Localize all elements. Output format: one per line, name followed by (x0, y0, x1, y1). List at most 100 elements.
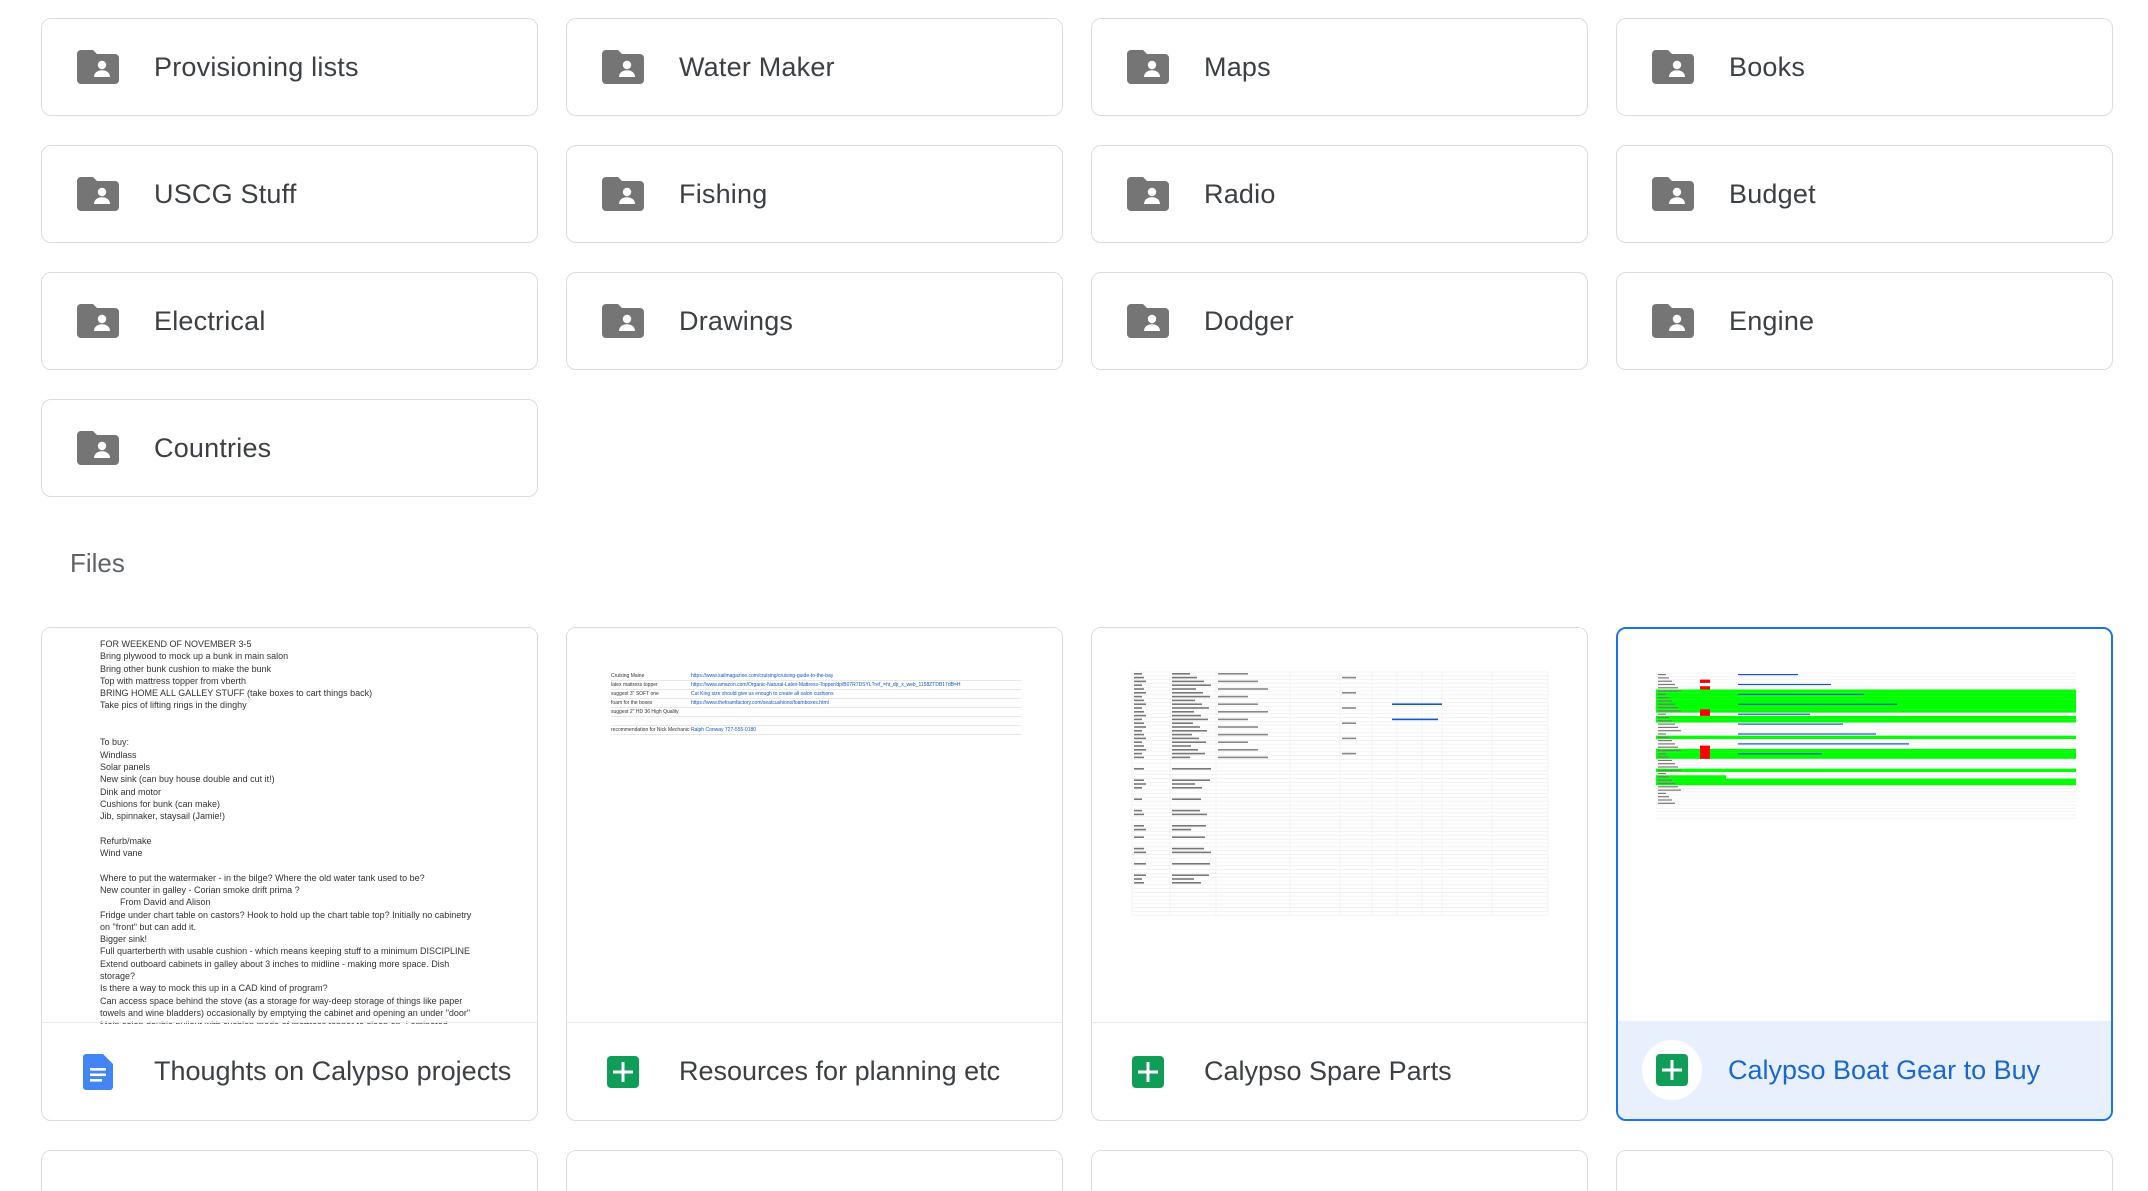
file-card-partial[interactable] (566, 1150, 1063, 1191)
sheet-cell: recommendation for Nick Mechanic worker … (611, 727, 691, 733)
sheet-highlight-row (1656, 692, 2076, 697)
sheet-highlight-cell (1700, 679, 1710, 683)
sheet-cell-text (1658, 716, 1669, 719)
sheet-cell-text (1172, 783, 1195, 785)
shared-folder-icon (602, 177, 644, 211)
sheet-cell-text (1134, 878, 1142, 880)
file-card-boat-gear[interactable]: Calypso Boat Gear to Buy (1616, 627, 2113, 1121)
doc-preview-line: Top with mattress topper from vberth (100, 675, 247, 686)
sheet-cell-text (1134, 813, 1144, 816)
folder-card[interactable]: Electrical (41, 272, 538, 370)
file-footer: Resources for planning etc (567, 1022, 1062, 1120)
sheet-cell-text (1134, 699, 1144, 702)
sheet-link-text (1738, 683, 1831, 686)
sheet-cell-text (1658, 776, 1669, 778)
doc-preview-line: New counter in galley - Corian smoke dri… (100, 884, 300, 895)
sheet-highlight-row (1656, 709, 2076, 713)
sheet-cell-text (1658, 799, 1672, 801)
sheet-cell-text (1172, 673, 1190, 675)
sheet-cell-text (1134, 718, 1142, 721)
file-card-partial[interactable] (1616, 1150, 2113, 1191)
sheet-highlight-row (1656, 706, 2076, 710)
shared-folder-icon (1127, 177, 1169, 211)
sheet-cell-text (1658, 693, 1666, 695)
sheet-cell-text (1134, 707, 1142, 709)
sheet-cell-link: Cut King size should give us enough to c… (691, 691, 834, 697)
doc-preview-line: Dink and motor (100, 786, 162, 797)
folder-card[interactable]: Drawings (566, 272, 1063, 370)
sheet-cell-text (1134, 851, 1146, 854)
sheet-cell-text (1134, 680, 1146, 683)
sheet-cell-link: https://www.thefoamfactory.com/seatcushi… (691, 700, 829, 706)
folder-name: Books (1729, 51, 1806, 82)
sheet-link-text (1392, 703, 1442, 705)
folder-name: Engine (1729, 305, 1815, 336)
folder-name: Provisioning lists (154, 51, 359, 82)
doc-preview-line: Fridge under chart table on castors? Hoo… (100, 909, 472, 920)
sheet-link-text (1738, 674, 1798, 676)
file-card-thoughts[interactable]: FOR WEEKEND OF NOVEMBER 3-5 Bring plywood… (41, 627, 538, 1121)
sheet-cell-text (1134, 768, 1144, 770)
doc-preview-line (100, 859, 500, 871)
file-name: Resources for planning etc (679, 1056, 1001, 1086)
sheet-preview: Cruising Maine https://www.sailmagazine.c… (611, 672, 1021, 735)
sheet-cell-text (1172, 695, 1210, 698)
doc-preview-line (100, 724, 500, 736)
sheet-cell-text (1658, 690, 1681, 692)
sheet-cell-link: https://www.sailmagazine.com/cruising/cr… (691, 673, 834, 679)
file-card-partial[interactable] (1091, 1150, 1588, 1191)
file-card-resources[interactable]: Cruising Maine https://www.sailmagazine.c… (566, 627, 1063, 1121)
folder-card[interactable]: Books (1616, 18, 2113, 116)
folder-name: Water Maker (679, 51, 835, 82)
sheet-cell-text (1658, 726, 1678, 728)
sheet-cell-text (1658, 796, 1669, 798)
sheet-cell-text (1134, 836, 1144, 838)
sheet-cell-text (1658, 743, 1675, 745)
sheet-cell-text (1134, 828, 1146, 831)
doc-preview-line: Solar panels (100, 761, 151, 772)
doc-preview-line (100, 822, 500, 834)
sheet-preview-row: latex mattress topper https://www.amazon.… (611, 681, 1021, 690)
sheet-cell-text (1134, 783, 1146, 785)
sheet-cell-text (1134, 692, 1146, 694)
doc-preview-line: Windlass (100, 749, 137, 760)
sheet-cell-text (1658, 766, 1678, 768)
sheet-cell-text (1218, 711, 1268, 713)
sheet-cell-text (1342, 692, 1356, 694)
folder-card[interactable]: Engine (1616, 272, 2113, 370)
sheet-cell-text (1218, 733, 1268, 736)
sheet-highlight-row (1656, 735, 2076, 739)
doc-preview-line: Refurb/make (100, 835, 152, 846)
sheet-cell-text (1218, 726, 1258, 728)
doc-preview-line: Cushions for bunk (can make) (100, 798, 221, 809)
folder-card[interactable]: Radio (1091, 145, 1588, 243)
folder-card[interactable]: Budget (1616, 145, 2113, 243)
folder-name: Budget (1729, 178, 1816, 209)
file-card-partial[interactable] (41, 1150, 538, 1191)
file-card-spare-parts[interactable]: Calypso Spare Parts (1091, 627, 1588, 1121)
shared-folder-icon (1127, 50, 1169, 84)
sheet-highlight-cell (1700, 709, 1710, 716)
sheet-preview-row: Cruising Maine https://www.sailmagazine.c… (611, 672, 1021, 681)
sheet-cell-text (1218, 703, 1258, 705)
folder-card[interactable]: Maps (1091, 18, 1588, 116)
sheet-cell-text (1172, 692, 1203, 694)
doc-preview-line: Jib, spinnaker, staysail (Jamie!) (100, 811, 226, 822)
sheet-cell-text (1134, 741, 1142, 743)
folder-card[interactable]: Fishing (566, 145, 1063, 243)
folder-card[interactable]: Water Maker (566, 18, 1063, 116)
sheet-link-text (1738, 753, 1822, 755)
folder-card[interactable]: Countries (41, 399, 538, 497)
sheet-cell-text (1658, 730, 1681, 732)
sheet-cell (611, 717, 691, 725)
sheet-cell-text (1658, 763, 1675, 765)
folder-name: Maps (1204, 51, 1271, 82)
folder-card[interactable]: USCG Stuff (41, 145, 538, 243)
sheet-preview (1131, 671, 1549, 916)
sheets-icon (602, 1051, 644, 1093)
sheet-cell-text (1172, 779, 1210, 781)
sheet-cell-text (1134, 863, 1146, 865)
doc-preview-line: Where to put the watermaker - in the bil… (100, 872, 425, 883)
folder-card[interactable]: Provisioning lists (41, 18, 538, 116)
folder-card[interactable]: Dodger (1091, 272, 1588, 370)
